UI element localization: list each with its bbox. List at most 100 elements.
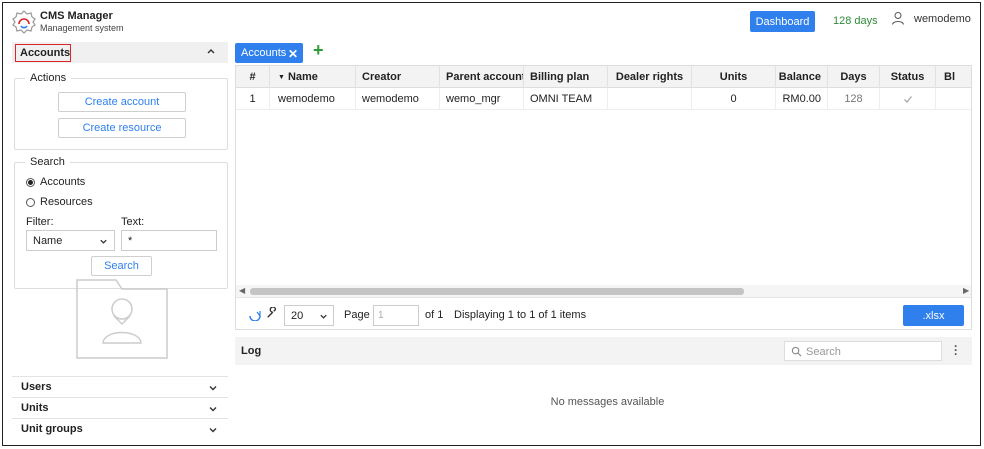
chevron-down-icon[interactable]	[208, 425, 218, 435]
cell-billing-plan: OMNI TEAM	[524, 88, 608, 110]
text-label: Text:	[121, 216, 145, 228]
displaying-label: Displaying 1 to 1 of 1 items	[454, 309, 587, 321]
radio-resources[interactable]	[26, 198, 35, 207]
more-menu-icon[interactable]: · · ·	[954, 340, 958, 360]
col-balance-label: Balance	[778, 71, 821, 83]
section-units[interactable]: Units	[12, 397, 228, 418]
cell-parent-account: wemo_mgr	[440, 88, 524, 110]
section-users-label[interactable]: Users	[21, 381, 52, 393]
app-window: CMS Manager Management system Dashboard …	[2, 2, 981, 446]
logo-icon	[12, 10, 36, 34]
col-bl-label: Bl	[944, 71, 955, 83]
page-size-value: 20	[291, 310, 304, 322]
search-legend: Search	[25, 156, 70, 168]
section-users[interactable]: Users	[12, 376, 228, 397]
col-dealer-label: Dealer rights	[615, 71, 684, 83]
dashboard-button[interactable]: Dashboard	[750, 11, 815, 32]
col-num-label: #	[249, 71, 256, 83]
col-name-label: Name	[287, 71, 318, 83]
grid-header: # ▼ Name Creator Parent account Billing …	[236, 66, 971, 88]
table-row[interactable]: 1 wemodemo wemodemo wemo_mgr OMNI TEAM 0…	[236, 88, 971, 110]
search-group: Search Accounts Resources Filter: Text: …	[14, 156, 228, 289]
chevron-down-icon	[100, 239, 107, 244]
cell-dealer-rights	[608, 88, 692, 110]
cell-balance: RM0.00	[776, 88, 828, 110]
accounts-grid: # ▼ Name Creator Parent account Billing …	[235, 65, 972, 330]
wrench-icon[interactable]	[266, 307, 278, 319]
radio-resources-label[interactable]: Resources	[40, 196, 93, 208]
log-empty-message: No messages available	[550, 396, 665, 408]
radio-accounts[interactable]	[26, 178, 35, 187]
scrollbar-thumb[interactable]	[250, 288, 744, 295]
page-number-input[interactable]: 1	[373, 305, 419, 326]
app-title: CMS Manager	[40, 10, 113, 22]
search-button[interactable]: Search	[91, 256, 152, 276]
section-unit-groups-label[interactable]: Unit groups	[21, 423, 83, 435]
accounts-section-header[interactable]: Accounts	[12, 42, 228, 63]
col-creator-label: Creator	[362, 71, 402, 83]
chevron-down-icon	[320, 314, 327, 319]
filter-select-value: Name	[33, 235, 63, 247]
scroll-left-icon[interactable]: ◀	[239, 286, 245, 295]
col-dealer-rights[interactable]: Dealer rights	[608, 66, 692, 88]
actions-group: Actions Create account Create resource	[14, 72, 228, 150]
export-xlsx-button[interactable]: .xlsx	[903, 305, 964, 326]
chevron-down-icon[interactable]	[208, 383, 218, 393]
cell-status	[880, 88, 936, 110]
tab-accounts-label[interactable]: Accounts	[241, 47, 286, 59]
check-icon	[903, 96, 912, 103]
section-units-label[interactable]: Units	[21, 402, 49, 414]
cell-bl	[936, 88, 971, 110]
col-num[interactable]: #	[236, 66, 270, 88]
actions-legend: Actions	[25, 72, 72, 84]
filter-select[interactable]: Name	[26, 230, 115, 251]
search-icon	[791, 346, 802, 357]
log-search-input[interactable]: Search	[784, 341, 942, 361]
col-days[interactable]: Days	[828, 66, 880, 88]
text-input[interactable]: *	[121, 230, 217, 251]
log-search-placeholder: Search	[806, 346, 841, 358]
close-icon[interactable]: ✕	[288, 47, 298, 61]
col-units-label: Units	[719, 71, 748, 83]
user-name[interactable]: wemodemo	[914, 13, 971, 25]
col-bl[interactable]: Bl	[936, 66, 971, 88]
scroll-right-icon[interactable]: ▶	[963, 286, 969, 295]
sidebar: Accounts Actions Create account Create r…	[12, 42, 228, 442]
section-unit-groups[interactable]: Unit groups	[12, 418, 228, 439]
col-creator[interactable]: Creator	[356, 66, 440, 88]
create-resource-button[interactable]: Create resource	[58, 118, 186, 138]
col-billing-label: Billing plan	[530, 71, 590, 83]
col-units[interactable]: Units	[692, 66, 776, 88]
col-parent-account[interactable]: Parent account	[440, 66, 524, 88]
refresh-icon[interactable]	[248, 307, 262, 321]
tab-accounts[interactable]: Accounts ✕	[235, 43, 303, 63]
page-of-label: of 1	[425, 309, 444, 321]
col-parent-label: Parent account	[446, 71, 524, 83]
horizontal-scrollbar[interactable]: ◀ ▶	[236, 285, 971, 297]
cell-name[interactable]: wemodemo	[270, 88, 356, 110]
col-name[interactable]: ▼ Name	[270, 66, 356, 88]
no-selection-illustration	[76, 279, 168, 359]
cell-creator: wemodemo	[356, 88, 440, 110]
sort-desc-icon: ▼	[278, 73, 285, 81]
user-icon[interactable]	[891, 11, 905, 25]
cell-units: 0	[692, 88, 776, 110]
app-subtitle: Management system	[40, 23, 124, 33]
add-tab-icon[interactable]: +	[313, 40, 324, 61]
col-balance[interactable]: Balance	[776, 66, 828, 88]
page-label: Page	[344, 309, 370, 321]
log-panel-header: Log Search · · ·	[235, 337, 972, 365]
page-size-select[interactable]: 20	[284, 305, 334, 326]
create-account-button[interactable]: Create account	[58, 92, 186, 112]
chevron-down-icon[interactable]	[208, 404, 218, 414]
filter-label: Filter:	[26, 216, 54, 228]
chevron-up-icon[interactable]	[206, 46, 216, 56]
header: CMS Manager Management system Dashboard …	[3, 3, 980, 41]
col-billing-plan[interactable]: Billing plan	[524, 66, 608, 88]
radio-accounts-label[interactable]: Accounts	[40, 176, 85, 188]
col-days-label: Days	[840, 71, 867, 83]
col-status[interactable]: Status	[880, 66, 936, 88]
accounts-section-label[interactable]: Accounts	[15, 44, 71, 62]
days-left-label: 128 days	[833, 15, 878, 27]
log-title: Log	[241, 345, 262, 357]
